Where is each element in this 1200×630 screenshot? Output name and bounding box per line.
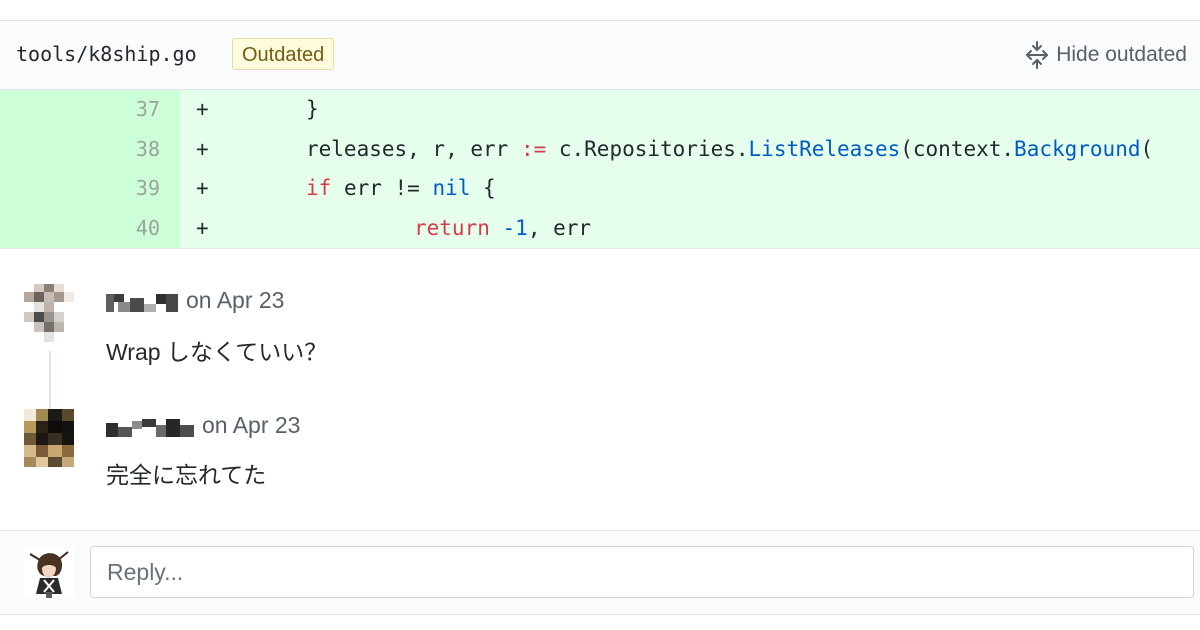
fold-icon (1024, 41, 1050, 69)
outdated-badge: Outdated (232, 38, 335, 70)
author-name[interactable] (106, 416, 196, 437)
line-number[interactable]: 38 (0, 129, 180, 169)
comment-header: on Apr 23 (106, 287, 284, 314)
reply-bar (0, 530, 1200, 614)
diff-line: 38 + releases, r, err := c.Repositories.… (0, 129, 1200, 169)
reply-input[interactable] (90, 546, 1194, 598)
diff-sign: + (196, 215, 209, 240)
avatar[interactable] (24, 409, 74, 467)
code-line: if err != nil { (306, 176, 496, 200)
author-name[interactable] (106, 291, 180, 312)
comment-body: 完全に忘れてた (106, 462, 267, 488)
avatar[interactable] (24, 284, 74, 342)
code-line: return -1, err (414, 215, 592, 240)
diff-hunk: 37 + } 38 + releases, r, err := c.Reposi… (0, 90, 1200, 249)
comment-header: on Apr 23 (106, 412, 300, 439)
diff-sign: + (196, 97, 209, 121)
comment-date[interactable]: on Apr 23 (202, 412, 300, 439)
hide-outdated-label: Hide outdated (1056, 43, 1187, 66)
diff-sign: + (196, 176, 209, 200)
line-number[interactable]: 40 (0, 208, 180, 248)
diff-line: 40 + return -1, err (0, 208, 1200, 248)
file-header: tools/k8ship.go Outdated Hide outdated (0, 21, 1200, 90)
code-line: } (306, 97, 319, 121)
comment-body: Wrap しなくていい？ (106, 339, 328, 365)
line-number[interactable]: 39 (0, 169, 180, 209)
diff-sign: + (196, 136, 209, 161)
comment-date[interactable]: on Apr 23 (186, 287, 284, 314)
diff-line: 37 + } (0, 90, 1200, 130)
review-thread: tools/k8ship.go Outdated Hide outdated 3… (0, 20, 1200, 615)
code-line: releases, r, err := c.Repositories.ListR… (306, 136, 1154, 161)
diff-line: 39 + if err != nil { (0, 169, 1200, 209)
hide-outdated-button[interactable]: Hide outdated (1024, 41, 1187, 69)
file-path[interactable]: tools/k8ship.go (16, 42, 197, 66)
current-user-avatar (24, 546, 74, 598)
line-number[interactable]: 37 (0, 90, 180, 130)
